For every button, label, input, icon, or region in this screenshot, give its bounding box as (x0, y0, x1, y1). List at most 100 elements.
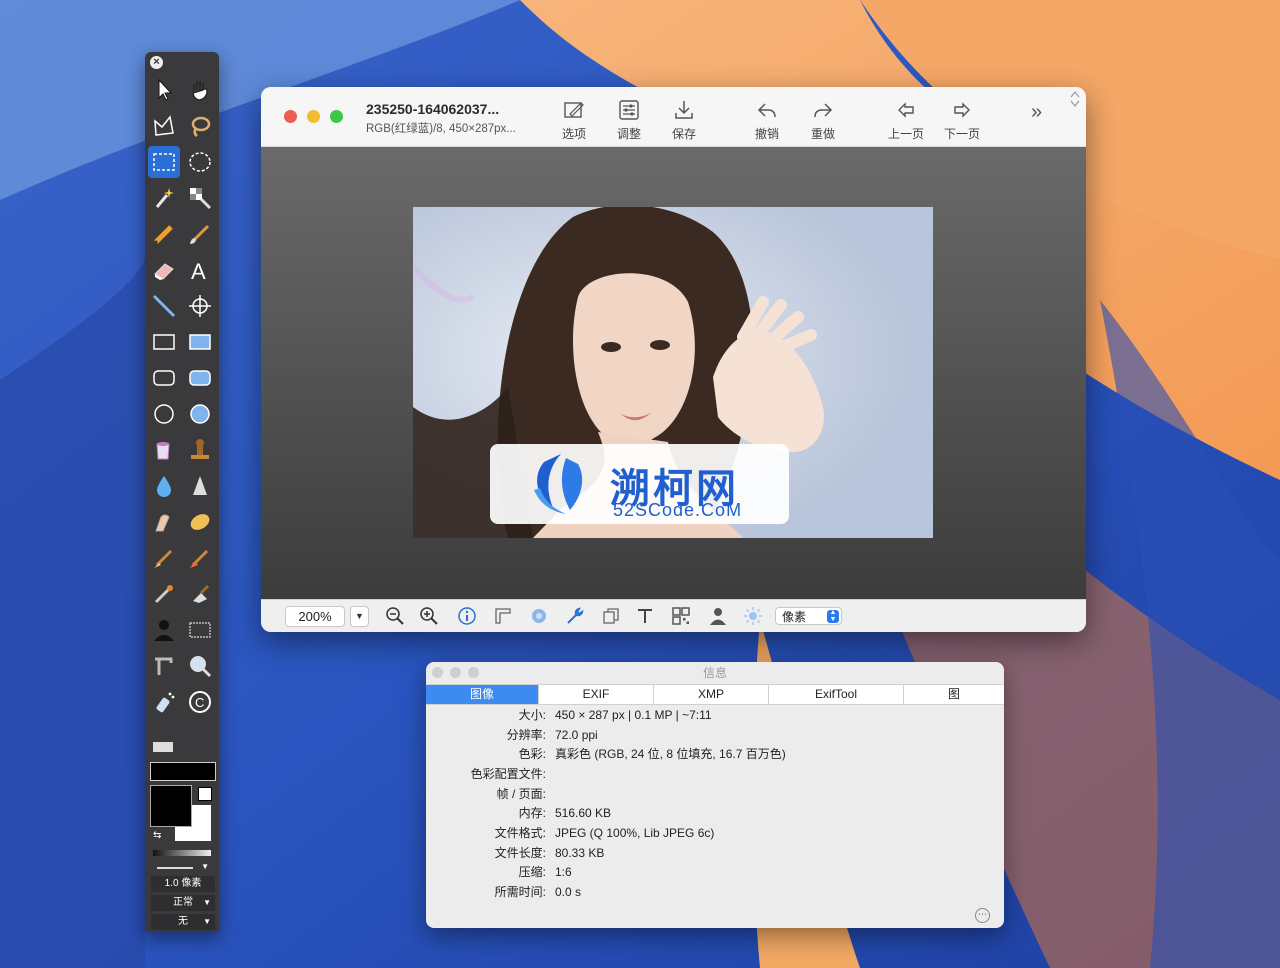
minimize-window-button[interactable] (307, 110, 320, 123)
stroke-preview[interactable] (150, 762, 216, 781)
rect-outline-tool-icon[interactable] (148, 326, 180, 358)
hand-tool-icon[interactable] (184, 74, 216, 106)
ruler-frame-tool-icon[interactable] (184, 614, 216, 646)
arrow-select-tool-icon[interactable] (148, 74, 180, 106)
copyright-tool-icon[interactable]: C (184, 686, 216, 718)
dodge-tool-icon[interactable] (148, 542, 180, 574)
smudge-tool-icon[interactable] (148, 506, 180, 538)
zoom-out-icon[interactable] (385, 606, 407, 628)
gradient-strip[interactable] (153, 850, 211, 856)
previous-page-button[interactable]: 上一页 (881, 99, 931, 142)
info-icon[interactable] (457, 606, 479, 628)
zoom-tool-icon[interactable] (184, 650, 216, 682)
wrench-icon[interactable] (565, 606, 587, 628)
burn-tool-icon[interactable] (184, 542, 216, 574)
unit-select[interactable]: 像素 ▲ ▼ (775, 607, 842, 625)
tab-image[interactable]: 图像 (426, 685, 539, 704)
redo-icon (814, 103, 833, 118)
paint-bucket-tool-icon[interactable] (148, 434, 180, 466)
brush-tool-icon[interactable] (184, 218, 216, 250)
document-statusbar: 200% ▼ 像素 ▲ ▼ (261, 599, 1086, 632)
text-tool-icon[interactable]: A (184, 254, 216, 286)
info-key: 色彩: (518, 747, 546, 761)
eraser-tool-icon[interactable] (148, 254, 180, 286)
palette-close-icon[interactable]: × (150, 56, 163, 69)
info-key: 所需时间: (494, 885, 546, 899)
ellipse-marquee-tool-icon[interactable] (184, 146, 216, 178)
magic-wand-tool-icon[interactable] (148, 182, 180, 214)
redo-button[interactable]: 重做 (798, 99, 848, 142)
scroll-arrows-icon[interactable] (1069, 89, 1081, 109)
ellipse-filled-tool-icon[interactable] (184, 398, 216, 430)
tab-exiftool[interactable]: ExifTool (769, 685, 904, 704)
info-key: 文件格式: (494, 826, 546, 840)
tab-xmp[interactable]: XMP (654, 685, 769, 704)
brightness-icon[interactable] (743, 606, 765, 628)
eyedropper-tool-icon[interactable] (148, 578, 180, 610)
info-key: 帧 / 页面: (496, 787, 546, 801)
pencil-tool-icon[interactable] (148, 218, 180, 250)
tab-more[interactable]: 图 (904, 685, 1004, 704)
lasso-polygon-tool-icon[interactable] (148, 110, 180, 142)
stamp-tool-icon[interactable] (184, 434, 216, 466)
crop-tool-icon[interactable] (148, 650, 180, 682)
info-row-size: 大小: 450 × 287 px | 0.1 MP | ~7:11 (426, 705, 1004, 725)
swap-colors-icon[interactable]: ⇆ (153, 830, 161, 841)
toolbar-overflow-button[interactable]: » (1031, 101, 1042, 124)
crosshair-tool-icon[interactable] (184, 290, 216, 322)
more-options-icon[interactable]: ⋯ (975, 908, 990, 923)
adjust-button[interactable]: 调整 (604, 99, 654, 142)
stroke-size-label[interactable]: 1.0 像素 (151, 876, 215, 892)
info-value: 450 × 287 px | 0.1 MP | ~7:11 (555, 708, 712, 722)
person-icon[interactable] (708, 606, 730, 628)
zoom-dropdown-button[interactable]: ▼ (350, 606, 369, 627)
undo-button[interactable]: 撤销 (742, 99, 792, 142)
close-window-button[interactable] (284, 110, 297, 123)
info-row-frames: 帧 / 页面: (426, 784, 1004, 804)
foreground-color-swatch[interactable] (150, 785, 192, 827)
lasso-tool-icon[interactable] (184, 110, 216, 142)
info-key: 压缩: (518, 865, 546, 879)
rounded-rect-filled-tool-icon[interactable] (184, 362, 216, 394)
image-canvas[interactable]: 溯柯网 52SCode.CoM (261, 147, 1086, 599)
color-select-tool-icon[interactable] (184, 182, 216, 214)
sponge-tool-icon[interactable] (184, 506, 216, 538)
watermark-logo-icon (534, 454, 583, 514)
trowel-tool-icon[interactable] (184, 578, 216, 610)
rounded-rect-outline-tool-icon[interactable] (148, 362, 180, 394)
silhouette-tool-icon[interactable] (148, 614, 180, 646)
redo-label: 重做 (810, 127, 835, 141)
info-row-compression: 压缩: 1:6 (426, 862, 1004, 882)
blend-mode-select[interactable]: 正常 ▼ (151, 895, 215, 911)
options-icon (564, 102, 584, 118)
options-button[interactable]: 选项 (549, 99, 599, 142)
save-button[interactable]: 保存 (659, 99, 709, 142)
document-window: 235250-164062037... RGB(红绿蓝)/8, 450×287p… (261, 87, 1086, 632)
info-value: 516.60 KB (555, 806, 612, 820)
watermark-subtitle: 52SCode.CoM (613, 500, 743, 520)
ruler-icon[interactable] (493, 606, 515, 628)
color-profile-icon[interactable] (529, 606, 551, 628)
sharpen-tool-icon[interactable] (184, 470, 216, 502)
zoom-field[interactable]: 200% (285, 606, 345, 627)
texture-select[interactable]: 无 ▼ (151, 914, 215, 930)
tab-exif[interactable]: EXIF (539, 685, 654, 704)
line-tool-icon[interactable] (148, 290, 180, 322)
svg-text:C: C (195, 695, 204, 710)
line-style-select[interactable]: ▼ (153, 862, 211, 872)
qr-code-icon[interactable] (671, 606, 693, 628)
next-page-button[interactable]: 下一页 (937, 99, 987, 142)
undo-label: 撤销 (754, 127, 779, 141)
layers-icon[interactable] (601, 606, 623, 628)
rect-filled-tool-icon[interactable] (184, 326, 216, 358)
mini-swatch[interactable] (153, 742, 173, 752)
text-icon[interactable] (635, 606, 657, 628)
zoom-window-button[interactable] (330, 110, 343, 123)
blur-drop-tool-icon[interactable] (148, 470, 180, 502)
spray-tool-icon[interactable] (148, 686, 180, 718)
ellipse-outline-tool-icon[interactable] (148, 398, 180, 430)
default-colors-icon[interactable] (198, 787, 212, 801)
info-row-time: 所需时间: 0.0 s (426, 882, 1004, 902)
zoom-in-icon[interactable] (419, 606, 441, 628)
rect-marquee-tool-icon[interactable] (148, 146, 180, 178)
